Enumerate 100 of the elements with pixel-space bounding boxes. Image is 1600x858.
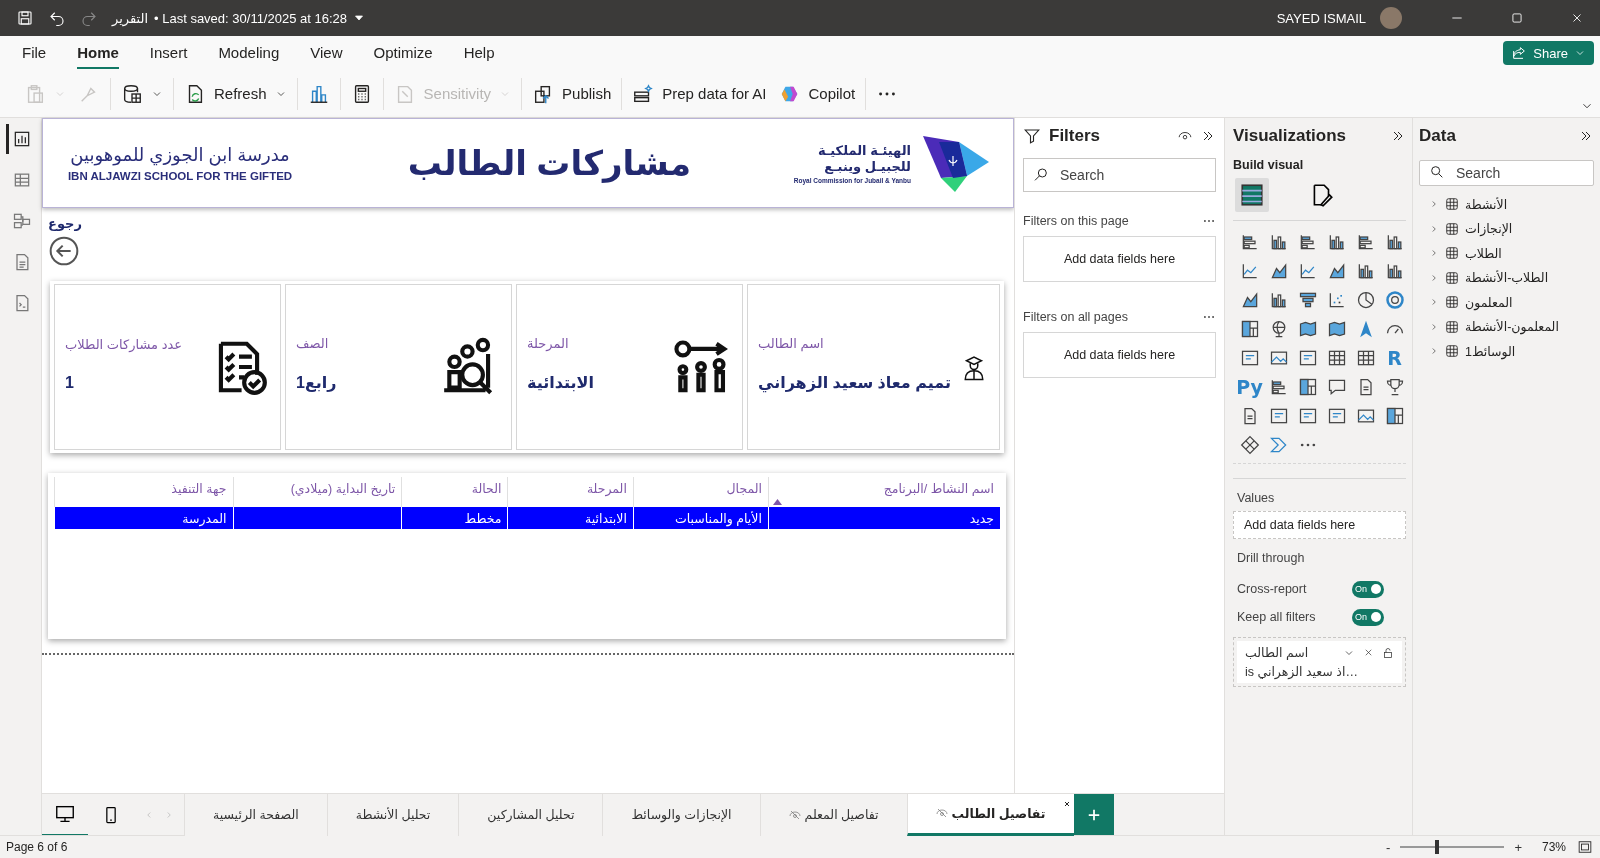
toggle-switch[interactable]: On (1352, 580, 1384, 598)
fit-page-icon[interactable] (1576, 840, 1594, 854)
hidden-eye-icon (935, 807, 948, 819)
card-label: عدد مشاركات الطلاب (65, 336, 182, 352)
pane-title: Visualizations (1233, 126, 1348, 146)
section-title: Filters on all pages (1023, 310, 1128, 324)
copilot-button[interactable]: Copilot (772, 76, 862, 111)
report-view-icon[interactable] (12, 129, 32, 149)
model-view-icon[interactable] (12, 211, 32, 231)
save-icon (16, 9, 34, 27)
page-tab[interactable]: تفاصيل الطالب (906, 793, 1074, 836)
database-icon[interactable] (121, 82, 143, 105)
section-title: Drill through (1237, 551, 1306, 565)
share-icon (1511, 45, 1528, 61)
trophy-icon[interactable] (1384, 376, 1405, 397)
avatar[interactable] (1380, 7, 1402, 29)
refresh-button[interactable]: Refresh (178, 76, 293, 111)
visual-type-button[interactable]: R (1380, 343, 1409, 372)
section-title: Values (1237, 491, 1276, 505)
page-tab[interactable]: الصفحة الرئيسية (184, 793, 327, 836)
treemap-icon[interactable] (1384, 405, 1405, 426)
search-icon (1429, 164, 1445, 180)
drop-zone[interactable]: Add data fields here (1023, 236, 1216, 282)
table-grid-icon[interactable] (1239, 182, 1265, 208)
zoom-in-button[interactable]: + (1508, 839, 1528, 855)
table-icon (1445, 197, 1459, 212)
filter-value: is اذ سعيد الزهراني… (1245, 664, 1359, 679)
table-cell: مخطط (401, 507, 508, 529)
table-cell: جديد (768, 507, 1000, 529)
report-title: مشاركات الطالب (406, 143, 692, 183)
zoom-out-button[interactable]: - (1380, 839, 1397, 855)
diamond-icon[interactable] (1239, 434, 1260, 455)
last-saved-text: • Last saved: 30/11/2025 at 16:28 (154, 10, 347, 26)
page-tab[interactable]: الإنجازات والوسائط (602, 793, 760, 836)
card-label: الصف (296, 336, 329, 351)
card-value: رابع1 (296, 373, 337, 392)
donut-chart-icon[interactable] (1384, 289, 1405, 310)
table-icon (1445, 270, 1459, 285)
prep-button[interactable]: Prep data for AI (626, 76, 773, 111)
data-table-item[interactable]: الأنشطة (1419, 192, 1594, 217)
table-cell: المدرسة (54, 507, 233, 529)
filter-icon (1023, 127, 1041, 145)
undo-icon[interactable] (48, 9, 66, 27)
table-cell: الابتدائية (507, 507, 634, 529)
search-field[interactable]: Search (1419, 160, 1594, 186)
section-title: Build visual (1233, 158, 1305, 172)
table-icon (1445, 246, 1459, 261)
data-table-item[interactable]: الطلاب (1419, 241, 1594, 266)
card-label: اسم الطالب (758, 336, 824, 351)
data-prep-icon (632, 82, 655, 105)
toggle-switch[interactable]: On (1352, 608, 1384, 626)
menu-tab[interactable]: View (310, 37, 343, 69)
hidden-eye-icon (788, 808, 801, 821)
plus-icon[interactable] (1086, 807, 1101, 822)
redo-icon[interactable] (80, 9, 98, 27)
card-value: الابتدائية (527, 373, 594, 392)
menu-tab[interactable]: Help (463, 37, 495, 69)
page-indicator: Page 6 of 6 (6, 840, 68, 854)
data-table-item[interactable]: الإنجازات (1419, 216, 1594, 241)
zoom-level: 73% (1541, 840, 1566, 854)
school-name: مدرسة ابن الجوزي للموهوبين (70, 144, 290, 166)
data-table-item[interactable]: المعلمون-الأنشطة (1419, 314, 1594, 339)
pie-chart-icon[interactable] (1355, 289, 1376, 310)
data-table-item[interactable]: الوسائط1 (1419, 339, 1594, 364)
menu-tab[interactable]: File (22, 37, 47, 69)
page-tab[interactable]: تفاصيل المعلم (759, 793, 907, 836)
organization-name: للجبيـل وينبـع (824, 158, 911, 175)
lock-icon[interactable] (1382, 646, 1394, 659)
pane-title: Data (1419, 126, 1457, 146)
visual-type-button[interactable]: Py (1235, 372, 1264, 401)
section-title: Filters on this page (1023, 214, 1129, 228)
card-label: المرحلة (527, 336, 569, 351)
close-icon[interactable] (1062, 799, 1071, 808)
maximize-icon[interactable] (1510, 11, 1524, 25)
data-table-item[interactable]: المعلمون (1419, 290, 1594, 315)
treemap-icon[interactable] (1239, 318, 1260, 339)
data-table-item[interactable]: الطلاب-الأنشطة (1419, 265, 1594, 290)
menu-tab[interactable]: Optimize (373, 37, 433, 69)
table-icon (1445, 221, 1459, 236)
file-name: التقرير (112, 10, 149, 26)
table-cell: الأيام والمناسبات (633, 507, 769, 529)
table-icon (1445, 344, 1459, 359)
menu-tab[interactable]: Insert (149, 37, 188, 69)
treemap-icon[interactable] (1297, 376, 1318, 397)
school-name: IBN ALJAWZI SCHOOL FOR THE GIFTED (67, 170, 293, 182)
share-button[interactable]: Share (1503, 41, 1594, 65)
card-value: تميم معاذ سعيد الزهراني (758, 373, 951, 392)
page-tab[interactable]: تحليل الأنشطة (326, 793, 459, 836)
page-tab[interactable]: تحليل المشاركين (458, 793, 603, 836)
toggle-label: Keep all filters (1237, 610, 1316, 624)
table-icon (1445, 295, 1459, 310)
menu-tab[interactable]: Home (77, 37, 119, 69)
publish-button[interactable]: Publish (526, 76, 618, 111)
slider-thumb[interactable] (1434, 840, 1439, 854)
drop-zone[interactable]: Add data fields here (1023, 332, 1216, 378)
toggle-label: Cross-report (1237, 582, 1307, 596)
search-field[interactable]: Search (1023, 158, 1216, 192)
pane-title: Filters (1049, 126, 1102, 146)
drop-zone[interactable]: Add data fields here (1233, 511, 1406, 539)
menu-tab[interactable]: Modeling (218, 37, 280, 69)
